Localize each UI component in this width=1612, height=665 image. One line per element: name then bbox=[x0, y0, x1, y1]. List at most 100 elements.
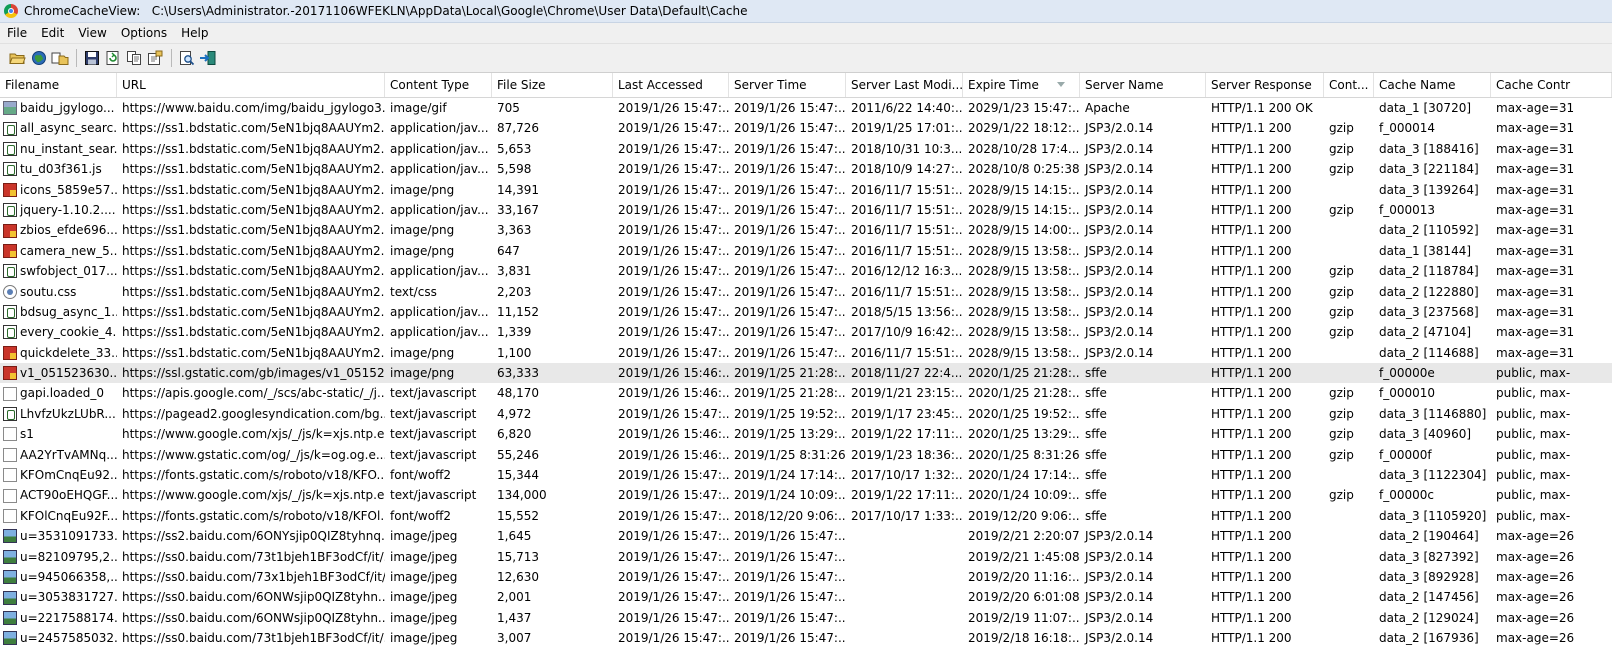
column-header-label: Cache Contr bbox=[1496, 78, 1571, 92]
cell-cache_ctrl: max-age=31 bbox=[1496, 162, 1575, 177]
column-header-ctype[interactable]: Content Type bbox=[385, 73, 492, 97]
table-row[interactable]: LhvfzUkzLUbR... https://pagead2.googlesyn… bbox=[0, 404, 1612, 424]
cell-ctype: text/css bbox=[390, 284, 437, 299]
column-header-server_mod[interactable]: Server Last Modi... bbox=[846, 73, 963, 97]
table-row[interactable]: bdsug_async_1... https://ss1.bdstatic.com… bbox=[0, 302, 1612, 322]
table-row[interactable]: u=3053831727... https://ss0.baidu.com/6ON… bbox=[0, 587, 1612, 607]
blank-file-icon bbox=[3, 427, 17, 442]
column-header-enc[interactable]: Cont... bbox=[1324, 73, 1374, 97]
cell-enc bbox=[1324, 241, 1374, 261]
cell-ctype: image/jpeg bbox=[390, 569, 458, 584]
png-file-icon bbox=[3, 366, 17, 381]
table-row[interactable]: u=945066358,... https://ss0.baidu.com/73x… bbox=[0, 567, 1612, 587]
cell-server_mod: 2017/10/9 16:42:... bbox=[851, 325, 963, 340]
cell-filename: baidu_jgylogo... bbox=[0, 98, 117, 118]
cell-cache_name: data_1 [30720] bbox=[1379, 101, 1472, 115]
cell-filename: every_cookie_4... bbox=[0, 322, 117, 342]
cell-enc: gzip bbox=[1329, 202, 1354, 217]
filename-text: gapi.loaded_0 bbox=[20, 386, 105, 401]
menu-options[interactable]: Options bbox=[114, 26, 174, 40]
table-row[interactable]: swfobject_017... https://ss1.bdstatic.com… bbox=[0, 261, 1612, 281]
table-row[interactable]: camera_new_5... https://ss1.bdstatic.com/… bbox=[0, 241, 1612, 261]
cache-path: C:\Users\Administrator.-20171106WFEKLN\A… bbox=[151, 4, 748, 18]
column-header-server_time[interactable]: Server Time bbox=[729, 73, 846, 97]
table-row[interactable]: u=3531091733... https://ss2.baidu.com/6ON… bbox=[0, 526, 1612, 546]
table-row[interactable]: nu_instant_sear... https://ss1.bdstatic.c… bbox=[0, 139, 1612, 159]
column-header-expire[interactable]: Expire Time bbox=[963, 73, 1080, 97]
table-row[interactable]: ACT90oEHQGF... https://www.google.com/xjs… bbox=[0, 485, 1612, 505]
properties-icon bbox=[148, 50, 163, 65]
cache-rows: baidu_jgylogo... https://www.baidu.com/im… bbox=[0, 98, 1612, 645]
cell-expire: 2028/9/15 13:58:... bbox=[968, 243, 1080, 258]
exit-button[interactable] bbox=[198, 48, 218, 68]
column-header-cache_ctrl[interactable]: Cache Contr bbox=[1491, 73, 1612, 97]
cell-server_name: sffe bbox=[1085, 508, 1107, 523]
filename-text: ACT90oEHQGF... bbox=[20, 488, 117, 503]
cell-server_time: 2019/1/25 21:28:... bbox=[734, 386, 846, 401]
menu-help[interactable]: Help bbox=[174, 26, 215, 40]
table-row[interactable]: gapi.loaded_0 https://apis.google.com/_/s… bbox=[0, 383, 1612, 403]
table-row[interactable]: tu_d03f361.js https://ss1.bdstatic.com/5e… bbox=[0, 159, 1612, 179]
cell-cache_name: data_2 [118784] bbox=[1379, 264, 1479, 279]
cell-ctype: application/jav... bbox=[390, 162, 489, 177]
cell-server_time: 2019/1/26 15:47:... bbox=[734, 345, 846, 360]
save-icon bbox=[85, 51, 99, 65]
table-row[interactable]: AA2YrTvAMNq... https://www.gstatic.com/og… bbox=[0, 445, 1612, 465]
cell-server_name: JSP3/2.0.14 bbox=[1085, 529, 1154, 544]
open-in-browser-button[interactable] bbox=[29, 48, 49, 68]
cell-accessed: 2019/1/26 15:47:... bbox=[618, 610, 729, 625]
refresh-button[interactable] bbox=[103, 48, 123, 68]
table-row[interactable]: icons_5859e57... https://ss1.bdstatic.com… bbox=[0, 180, 1612, 200]
cell-server_time: 2019/1/26 15:47:... bbox=[734, 223, 846, 238]
open-folder-button[interactable] bbox=[8, 48, 28, 68]
table-row[interactable]: all_async_searc... https://ss1.bdstatic.c… bbox=[0, 118, 1612, 138]
column-header-url[interactable]: URL bbox=[117, 73, 385, 97]
menu-edit[interactable]: Edit bbox=[34, 26, 71, 40]
table-row[interactable]: every_cookie_4... https://ss1.bdstatic.co… bbox=[0, 322, 1612, 342]
column-header-response[interactable]: Server Response bbox=[1206, 73, 1324, 97]
cell-server_time: 2019/1/26 15:47:... bbox=[734, 121, 846, 136]
copy-files-button[interactable] bbox=[50, 48, 70, 68]
cell-cache_name: f_000010 bbox=[1379, 386, 1436, 401]
table-row[interactable]: soutu.css https://ss1.bdstatic.com/5eN1bj… bbox=[0, 282, 1612, 302]
cell-cache_name: data_3 [1105920] bbox=[1379, 508, 1487, 523]
column-header-server_name[interactable]: Server Name bbox=[1080, 73, 1206, 97]
cell-server_mod: 2018/10/9 14:27:... bbox=[851, 162, 963, 177]
cell-response: HTTP/1.1 200 bbox=[1211, 427, 1292, 442]
filename-text: u=945066358,... bbox=[20, 569, 117, 584]
cell-size: 3,007 bbox=[497, 631, 532, 645]
table-row[interactable]: jquery-1.10.2.... https://ss1.bdstatic.co… bbox=[0, 200, 1612, 220]
column-header-cache_name[interactable]: Cache Name bbox=[1374, 73, 1491, 97]
table-row[interactable]: KFOlCnqEu92F... https://fonts.gstatic.com… bbox=[0, 506, 1612, 526]
column-header-label: Content Type bbox=[390, 78, 470, 92]
cell-url: https://ss1.bdstatic.com/5eN1bjq8AAUYm2.… bbox=[122, 182, 385, 197]
table-row[interactable]: baidu_jgylogo... https://www.baidu.com/im… bbox=[0, 98, 1612, 118]
table-row[interactable]: s1 https://www.google.com/xjs/_/js/k=xjs.… bbox=[0, 424, 1612, 444]
blank-file-icon bbox=[3, 509, 17, 523]
menu-file[interactable]: File bbox=[0, 26, 34, 40]
cell-enc bbox=[1324, 343, 1374, 363]
table-row[interactable]: u=2217588174... https://ss0.baidu.com/6ON… bbox=[0, 608, 1612, 628]
cell-expire: 2020/1/25 21:28:... bbox=[968, 366, 1080, 381]
column-header-accessed[interactable]: Last Accessed bbox=[613, 73, 729, 97]
cell-accessed: 2019/1/26 15:46:... bbox=[618, 366, 729, 381]
column-header-size[interactable]: File Size bbox=[492, 73, 613, 97]
table-row[interactable]: u=2457585032... https://ss0.baidu.com/73t… bbox=[0, 628, 1612, 645]
find-button[interactable] bbox=[177, 48, 197, 68]
properties-button[interactable] bbox=[145, 48, 165, 68]
table-row[interactable]: KFOmCnqEu92... https://fonts.gstatic.com/… bbox=[0, 465, 1612, 485]
table-row[interactable]: u=82109795,2... https://ss0.baidu.com/73t… bbox=[0, 547, 1612, 567]
save-button[interactable] bbox=[82, 48, 102, 68]
copy-button[interactable] bbox=[124, 48, 144, 68]
menu-view[interactable]: View bbox=[71, 26, 113, 40]
column-header-label: Server Name bbox=[1085, 78, 1164, 92]
table-row[interactable]: quickdelete_33... https://ss1.bdstatic.co… bbox=[0, 343, 1612, 363]
column-header-filename[interactable]: Filename bbox=[0, 73, 117, 97]
table-row[interactable]: v1_051523630... https://ssl.gstatic.com/g… bbox=[0, 363, 1612, 384]
cache-list-view[interactable]: Filename URL Content Type File Size Last Acc… bbox=[0, 73, 1612, 645]
cell-response: HTTP/1.1 200 bbox=[1211, 182, 1292, 197]
cell-cache_name: f_000013 bbox=[1379, 202, 1436, 217]
cell-accessed: 2019/1/26 15:47:... bbox=[618, 182, 729, 197]
jpeg-file-icon bbox=[3, 570, 17, 585]
table-row[interactable]: zbios_efde696.... https://ss1.bdstatic.co… bbox=[0, 220, 1612, 240]
